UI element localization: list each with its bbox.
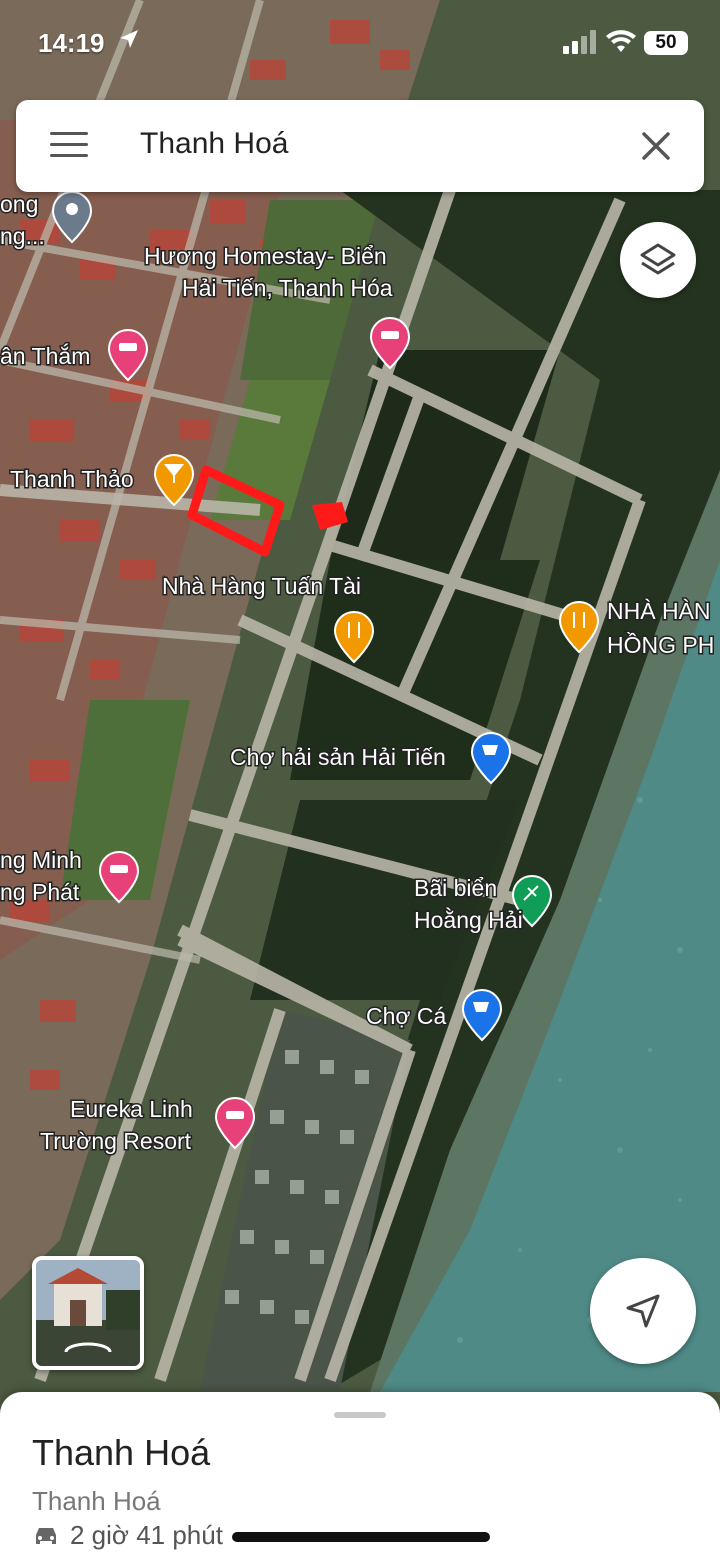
bed-icon: [381, 331, 399, 339]
location-dot-icon: [66, 203, 78, 215]
bed-icon: [110, 865, 128, 873]
status-time: 14:19: [38, 28, 105, 58]
close-icon[interactable]: [636, 126, 676, 166]
battery-indicator: 50: [644, 31, 688, 55]
label-eureka-1[interactable]: Eureka Linh: [69, 1095, 195, 1124]
drive-time-row[interactable]: 2 giờ 41 phút: [32, 1520, 223, 1551]
status-bar: 14:19 50: [0, 0, 720, 90]
label-thanh-thao[interactable]: Thanh Thảo: [9, 465, 136, 494]
label-nha-hang-tuan-tai[interactable]: Nhà Hàng Tuấn Tài: [161, 572, 363, 601]
label-nha-hang-hong-1[interactable]: NHÀ HÀN: [606, 597, 713, 626]
label-bai-bien-1[interactable]: Bãi biển: [413, 874, 499, 903]
my-location-button[interactable]: [590, 1258, 696, 1364]
place-subtitle: Thanh Hoá: [32, 1486, 161, 1516]
label-cho-hai-san[interactable]: Chợ hải sản Hải Tiến: [229, 743, 448, 772]
cellular-signal-icon: [563, 30, 596, 54]
label-cho-ca[interactable]: Chợ Cá: [365, 1002, 448, 1031]
place-title: Thanh Hoá: [32, 1432, 211, 1473]
label-ong-1[interactable]: ong: [0, 190, 40, 219]
layers-button[interactable]: [620, 222, 696, 298]
layers-icon: [640, 243, 676, 275]
wifi-icon: [606, 30, 636, 52]
location-arrow-icon: [120, 30, 138, 48]
bed-icon: [226, 1111, 244, 1119]
label-huong-homestay-2[interactable]: Hải Tiến, Thanh Hóa: [181, 274, 395, 303]
label-ng-minh-1[interactable]: ng Minh: [0, 846, 83, 875]
label-nha-hang-hong-2[interactable]: HỒNG PH: [606, 630, 716, 660]
label-eureka-2[interactable]: Trường Resort: [39, 1127, 194, 1156]
label-huong-homestay-1[interactable]: Hương Homestay- Biển: [143, 242, 389, 271]
navigation-arrow-icon: [626, 1294, 660, 1328]
search-query[interactable]: Thanh Hoá: [140, 127, 288, 161]
bed-icon: [119, 343, 137, 351]
menu-icon[interactable]: [50, 132, 88, 160]
drive-time: 2 giờ 41 phút: [70, 1520, 223, 1550]
search-bar[interactable]: Thanh Hoá: [16, 100, 704, 192]
label-ong-2[interactable]: ng...: [0, 222, 46, 251]
label-an-tham[interactable]: ân Thắm: [0, 342, 92, 371]
label-ng-minh-2[interactable]: ng Phát: [0, 878, 81, 907]
home-indicator[interactable]: [232, 1532, 490, 1542]
street-view-thumbnail[interactable]: [32, 1256, 144, 1370]
sheet-drag-handle[interactable]: [334, 1412, 386, 1418]
label-bai-bien-2[interactable]: Hoằng Hải: [413, 906, 525, 935]
street-view-image: [36, 1260, 140, 1366]
car-icon: [36, 1528, 56, 1544]
